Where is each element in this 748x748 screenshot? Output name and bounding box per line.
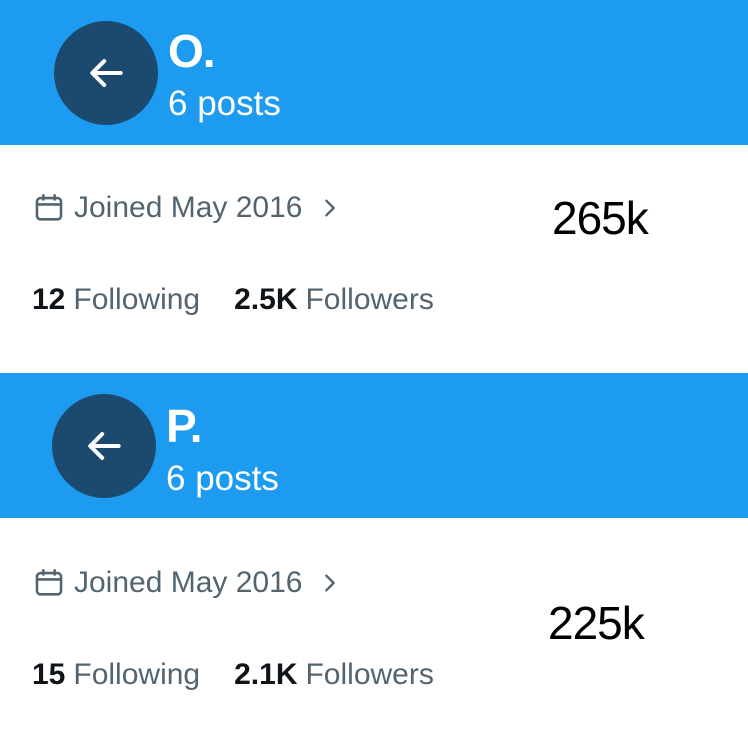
chevron-right-icon bbox=[324, 574, 335, 592]
arrow-left-icon bbox=[88, 432, 121, 460]
joined-date[interactable]: Joined May 2016 bbox=[32, 566, 341, 600]
back-button[interactable] bbox=[54, 21, 158, 125]
profile-name: P. bbox=[166, 400, 203, 452]
followers-link[interactable]: 2.1K Followers bbox=[234, 660, 434, 690]
profile-header: P. 6 posts bbox=[0, 373, 748, 518]
followers-link[interactable]: 2.5K Followers bbox=[234, 285, 434, 315]
calendar-icon bbox=[35, 568, 63, 596]
annotation-label: 265k bbox=[552, 192, 649, 244]
follow-stats: 15 Following 2.1K Followers bbox=[32, 660, 434, 690]
followers-label: Followers bbox=[305, 283, 434, 316]
joined-date[interactable]: Joined May 2016 bbox=[32, 191, 341, 225]
chevron-right-icon bbox=[324, 199, 335, 217]
followers-label: Followers bbox=[305, 658, 434, 691]
following-link[interactable]: 15 Following bbox=[32, 660, 200, 690]
following-label: Following bbox=[73, 283, 201, 316]
annotation-label: 225k bbox=[548, 597, 645, 649]
profile-name: O. bbox=[168, 25, 216, 77]
following-count: 15 bbox=[32, 658, 66, 691]
followers-count: 2.1K bbox=[234, 658, 298, 691]
posts-count: 6 posts bbox=[166, 459, 279, 498]
followers-count: 2.5K bbox=[234, 283, 298, 316]
following-label: Following bbox=[73, 658, 201, 691]
back-button[interactable] bbox=[52, 394, 156, 498]
posts-count: 6 posts bbox=[168, 84, 281, 123]
joined-label: Joined May 2016 bbox=[74, 191, 303, 224]
joined-label: Joined May 2016 bbox=[74, 566, 303, 599]
profile-header: O. 6 posts bbox=[0, 0, 748, 145]
following-count: 12 bbox=[32, 283, 66, 316]
follow-stats: 12 Following 2.5K Followers bbox=[32, 285, 434, 315]
following-link[interactable]: 12 Following bbox=[32, 285, 200, 315]
arrow-left-icon bbox=[90, 59, 123, 87]
calendar-icon bbox=[35, 193, 63, 221]
